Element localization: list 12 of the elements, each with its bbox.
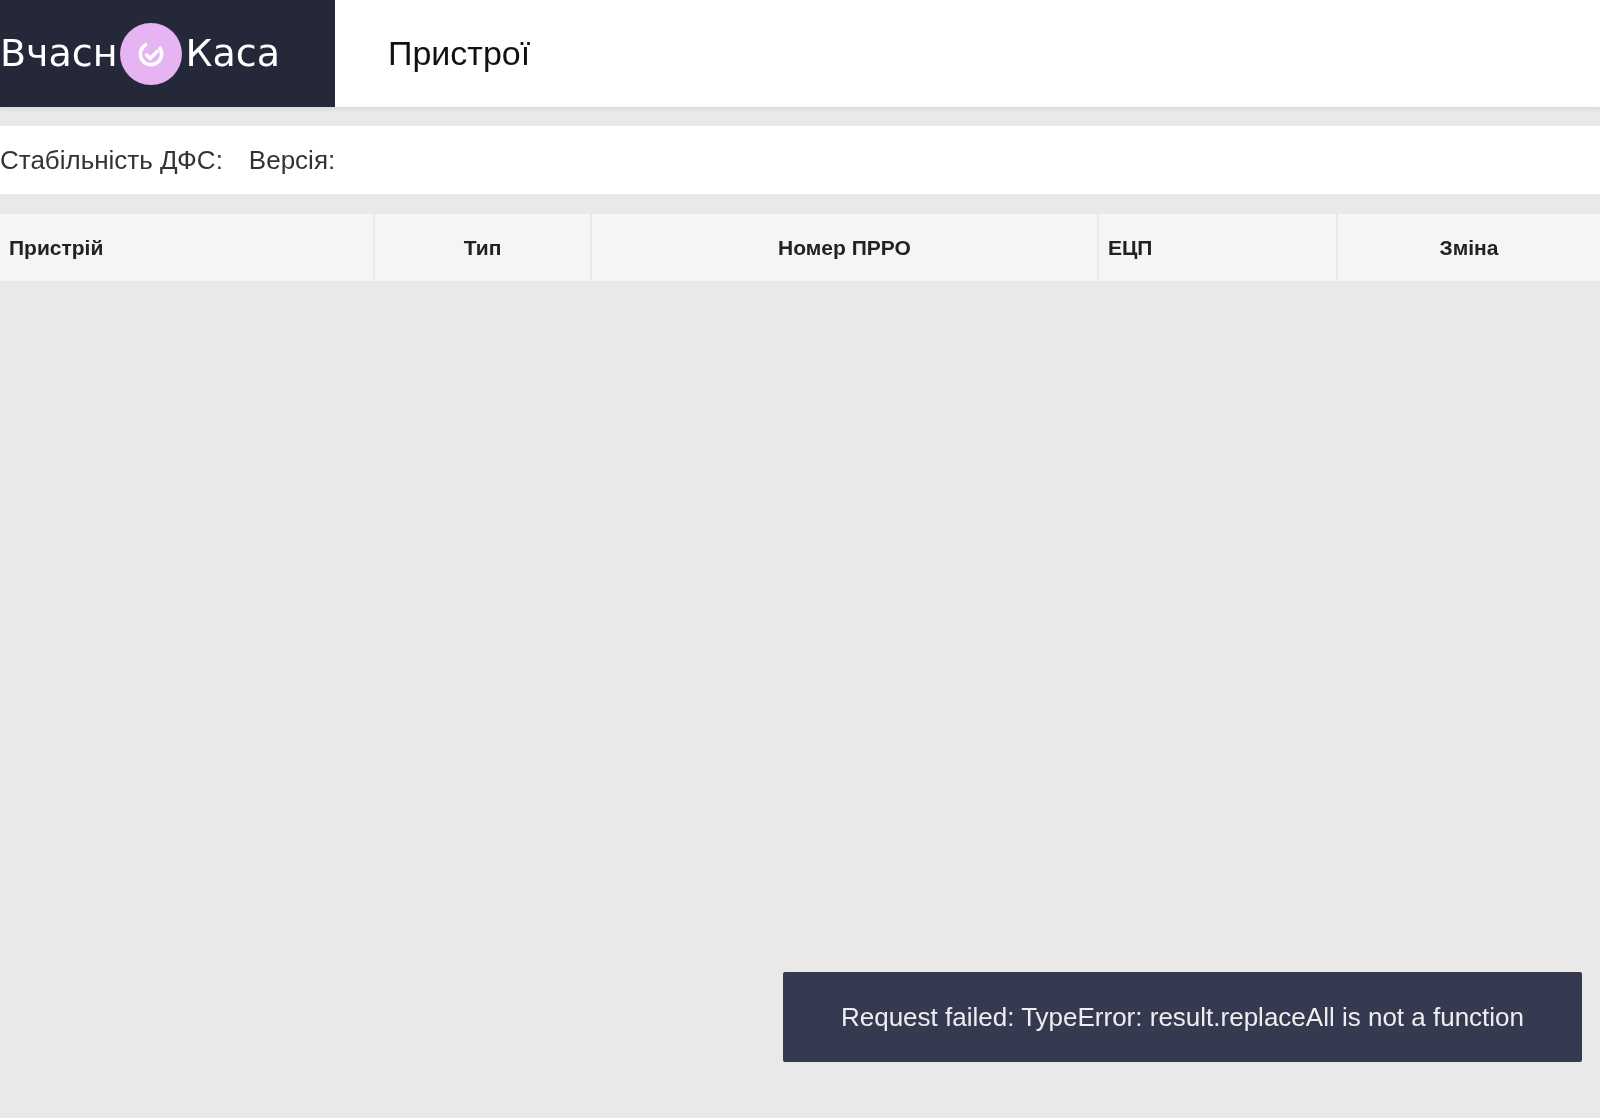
logo-text: Вчасн xyxy=(0,30,118,77)
error-toast: Request failed: TypeError: result.replaceAll is not a function xyxy=(783,972,1582,1062)
column-header: Тип xyxy=(375,214,590,281)
column-header: Зміна xyxy=(1338,214,1600,281)
info-label: Стабільність ДФС: xyxy=(0,143,223,177)
column-header: Пристрій xyxy=(0,214,373,281)
column-header: ЕЦП xyxy=(1099,214,1336,281)
column-header: Номер ПРРО xyxy=(592,214,1097,281)
info-label: Версія: xyxy=(248,143,336,177)
check-circle-icon xyxy=(119,22,182,85)
page-title: Пристрої xyxy=(388,33,531,74)
logo-text: Каса xyxy=(185,30,280,77)
